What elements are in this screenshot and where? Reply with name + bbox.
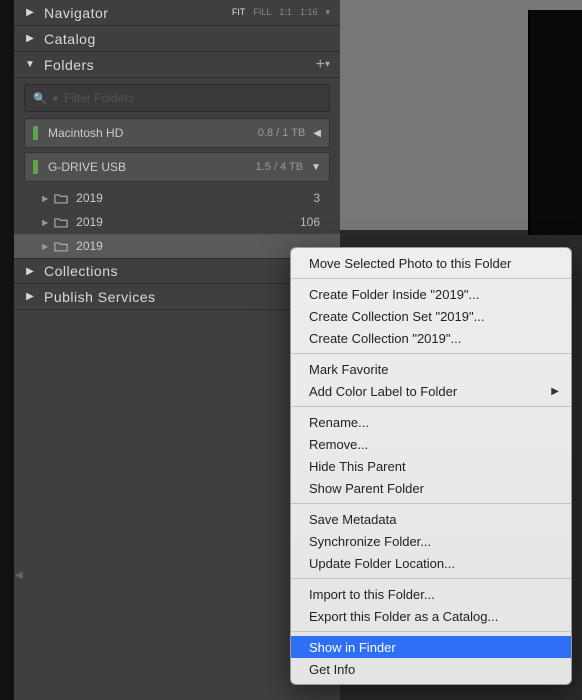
panel-label: Navigator xyxy=(44,5,232,21)
volume-row[interactable]: G-DRIVE USB 1.5 / 4 TB ▼ xyxy=(24,152,330,182)
folder-icon xyxy=(54,217,68,228)
folder-name: 2019 xyxy=(76,215,300,229)
drive-usage-indicator xyxy=(33,126,38,140)
add-folder-dropdown-icon[interactable]: ▾ xyxy=(325,59,330,70)
volume-usage: 1.5 / 4 TB xyxy=(256,161,304,173)
folder-count: 3 xyxy=(313,191,326,205)
panel-label: Folders xyxy=(44,57,316,73)
disclosure-left-icon[interactable]: ◀ xyxy=(313,128,321,139)
menu-separator xyxy=(291,406,571,407)
menu-item[interactable]: Remove... xyxy=(291,433,571,455)
search-dropdown-icon: ▾ xyxy=(53,92,59,105)
menu-item[interactable]: Get Info xyxy=(291,658,571,680)
menu-item[interactable]: Mark Favorite xyxy=(291,358,571,380)
zoom-fill[interactable]: FILL xyxy=(253,7,271,18)
catalog-panel-header[interactable]: ▶ Catalog xyxy=(14,26,340,52)
menu-separator xyxy=(291,631,571,632)
menu-item[interactable]: Show in Finder xyxy=(291,636,571,658)
volume-name: Macintosh HD xyxy=(48,126,258,140)
zoom-fit[interactable]: FIT xyxy=(232,7,246,18)
menu-item[interactable]: Move Selected Photo to this Folder xyxy=(291,252,571,274)
submenu-arrow-icon: ▶ xyxy=(551,386,559,397)
volume-name: G-DRIVE USB xyxy=(48,160,256,174)
panel-label: Collections xyxy=(44,263,321,279)
folders-panel-header[interactable]: ▼ Folders +▾ xyxy=(14,52,340,78)
disclosure-right-icon: ▶ xyxy=(42,242,48,251)
menu-item[interactable]: Add Color Label to Folder▶ xyxy=(291,380,571,402)
menu-item[interactable]: Hide This Parent xyxy=(291,455,571,477)
disclosure-down-icon[interactable]: ▼ xyxy=(311,162,321,173)
disclosure-right-icon: ▶ xyxy=(42,218,48,227)
menu-item[interactable]: Save Metadata xyxy=(291,508,571,530)
disclosure-right-icon: ▶ xyxy=(24,291,36,302)
menu-item[interactable]: Import to this Folder... xyxy=(291,583,571,605)
preview-image xyxy=(528,10,582,235)
navigator-panel-header[interactable]: ▶ Navigator FIT FILL 1:1 1:16 ▾ xyxy=(14,0,340,26)
folder-list: ▶20193▶2019106▶2019 xyxy=(14,186,340,258)
zoom-1to1[interactable]: 1:1 xyxy=(279,7,292,18)
panel-label: Catalog xyxy=(44,31,330,47)
drive-usage-indicator xyxy=(33,160,38,174)
filter-placeholder: Filter Folders xyxy=(64,91,134,105)
disclosure-right-icon: ▶ xyxy=(42,194,48,203)
zoom-controls[interactable]: FIT FILL 1:1 1:16 ▾ xyxy=(232,7,330,18)
add-folder-icon[interactable]: + xyxy=(316,56,325,74)
menu-item[interactable]: Update Folder Location... xyxy=(291,552,571,574)
folder-name: 2019 xyxy=(76,191,313,205)
volume-row[interactable]: Macintosh HD 0.8 / 1 TB ◀ xyxy=(24,118,330,148)
folder-icon xyxy=(54,193,68,204)
menu-item[interactable]: Synchronize Folder... xyxy=(291,530,571,552)
disclosure-down-icon: ▼ xyxy=(24,59,36,70)
folder-icon xyxy=(54,241,68,252)
menu-separator xyxy=(291,278,571,279)
preview-area xyxy=(340,0,582,230)
disclosure-right-icon: ▶ xyxy=(24,266,36,277)
folder-count: 106 xyxy=(300,215,326,229)
panel-label: Publish Services xyxy=(44,289,321,305)
disclosure-right-icon: ▶ xyxy=(24,33,36,44)
volume-usage: 0.8 / 1 TB xyxy=(258,127,306,139)
folder-item[interactable]: ▶ 2019106 xyxy=(14,210,340,234)
menu-item[interactable]: Create Folder Inside "2019"... xyxy=(291,283,571,305)
left-panel: ▶ Navigator FIT FILL 1:1 1:16 ▾ ▶ Catalo… xyxy=(0,0,340,700)
filter-folders-input[interactable]: 🔍 ▾ Filter Folders xyxy=(24,84,330,112)
menu-separator xyxy=(291,503,571,504)
menu-separator xyxy=(291,353,571,354)
panel-collapse-handle-icon[interactable]: ◀ xyxy=(15,570,23,581)
folder-name: 2019 xyxy=(76,239,320,253)
menu-item[interactable]: Create Collection Set "2019"... xyxy=(291,305,571,327)
search-icon: 🔍 xyxy=(33,92,47,105)
zoom-dropdown-icon[interactable]: ▾ xyxy=(325,7,330,18)
zoom-custom[interactable]: 1:16 xyxy=(300,7,318,18)
menu-separator xyxy=(291,578,571,579)
context-menu: Move Selected Photo to this Folder Create… xyxy=(290,247,572,685)
menu-item[interactable]: Show Parent Folder xyxy=(291,477,571,499)
disclosure-right-icon: ▶ xyxy=(24,7,36,18)
menu-item[interactable]: Rename... xyxy=(291,411,571,433)
menu-item[interactable]: Export this Folder as a Catalog... xyxy=(291,605,571,627)
folder-item[interactable]: ▶ 20193 xyxy=(14,186,340,210)
menu-item[interactable]: Create Collection "2019"... xyxy=(291,327,571,349)
